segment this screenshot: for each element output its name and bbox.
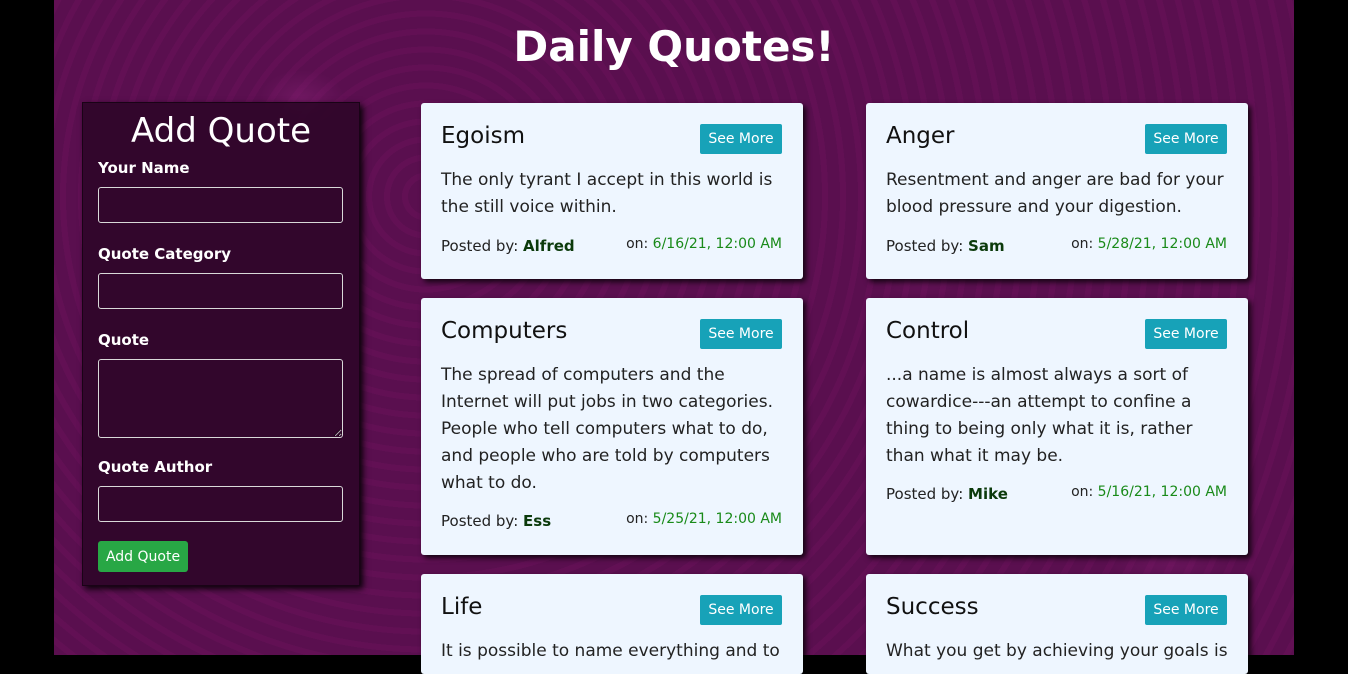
add-quote-form: Add Quote Your Name Quote Category Quote… <box>82 102 360 586</box>
posted-on: on: 6/16/21, 12:00 AM <box>626 236 782 252</box>
quote-text: It is possible to name everything and to <box>441 641 780 661</box>
posted-by: Posted by: Alfred <box>441 237 575 255</box>
quote-date: 5/16/21, 12:00 AM <box>1097 484 1227 500</box>
quote-text: The spread of computers and the Internet… <box>441 365 773 493</box>
quote-author-input[interactable] <box>98 486 343 522</box>
posted-by: Posted by: Ess <box>441 512 551 530</box>
quote-category: Anger <box>886 123 955 149</box>
posted-on: on: 5/25/21, 12:00 AM <box>626 511 782 527</box>
quote-text: The only tyrant I accept in this world i… <box>441 170 773 217</box>
quote-date: 5/25/21, 12:00 AM <box>652 511 782 527</box>
quote-card: Computers See More The spread of compute… <box>421 298 803 555</box>
on-label: on: <box>626 236 649 252</box>
see-more-button[interactable]: See More <box>700 319 782 349</box>
quote-textarea[interactable] <box>98 359 343 438</box>
your-name-label: Your Name <box>98 159 190 177</box>
quote-category: Egoism <box>441 123 525 149</box>
see-more-button[interactable]: See More <box>1145 319 1227 349</box>
quote-author: Sam <box>968 237 1005 255</box>
quote-category-label: Quote Category <box>98 245 231 263</box>
add-quote-button[interactable]: Add Quote <box>98 541 188 572</box>
posted-by-label: Posted by: <box>441 237 519 255</box>
on-label: on: <box>1071 236 1094 252</box>
quote-card: Life See More It is possible to name eve… <box>421 574 803 674</box>
posted-by-label: Posted by: <box>886 237 964 255</box>
quote-category: Success <box>886 594 979 620</box>
posted-by-label: Posted by: <box>886 485 964 503</box>
quote-card: Success See More What you get by achievi… <box>866 574 1248 674</box>
quote-author-label: Quote Author <box>98 458 213 476</box>
quote-date: 6/16/21, 12:00 AM <box>652 236 782 252</box>
quote-text: ...a name is almost always a sort of cow… <box>886 365 1193 466</box>
form-title: Add Quote <box>131 111 311 151</box>
your-name-input[interactable] <box>98 187 343 223</box>
quote-label: Quote <box>98 331 150 349</box>
quote-author: Mike <box>968 485 1008 503</box>
on-label: on: <box>626 511 649 527</box>
quote-category: Control <box>886 318 970 344</box>
posted-on: on: 5/16/21, 12:00 AM <box>1071 484 1227 500</box>
quote-author: Alfred <box>523 237 575 255</box>
quote-category-input[interactable] <box>98 273 343 309</box>
quote-card: Control See More ...a name is almost alw… <box>866 298 1248 555</box>
see-more-button[interactable]: See More <box>700 595 782 625</box>
quote-card: Anger See More Resentment and anger are … <box>866 103 1248 279</box>
quote-text: Resentment and anger are bad for your bl… <box>886 170 1224 217</box>
see-more-button[interactable]: See More <box>1145 124 1227 154</box>
page-title: Daily Quotes! <box>513 22 835 71</box>
quote-text: What you get by achieving your goals is <box>886 641 1228 661</box>
see-more-button[interactable]: See More <box>1145 595 1227 625</box>
posted-by-label: Posted by: <box>441 512 519 530</box>
posted-by: Posted by: Mike <box>886 485 1008 503</box>
posted-by: Posted by: Sam <box>886 237 1005 255</box>
quote-author: Ess <box>523 512 552 530</box>
quote-category: Computers <box>441 318 568 344</box>
on-label: on: <box>1071 484 1094 500</box>
quote-card: Egoism See More The only tyrant I accept… <box>421 103 803 279</box>
page-background: Daily Quotes! Add Quote Your Name Quote … <box>54 0 1294 674</box>
see-more-button[interactable]: See More <box>700 124 782 154</box>
quote-category: Life <box>441 594 483 620</box>
quote-date: 5/28/21, 12:00 AM <box>1097 236 1227 252</box>
posted-on: on: 5/28/21, 12:00 AM <box>1071 236 1227 252</box>
